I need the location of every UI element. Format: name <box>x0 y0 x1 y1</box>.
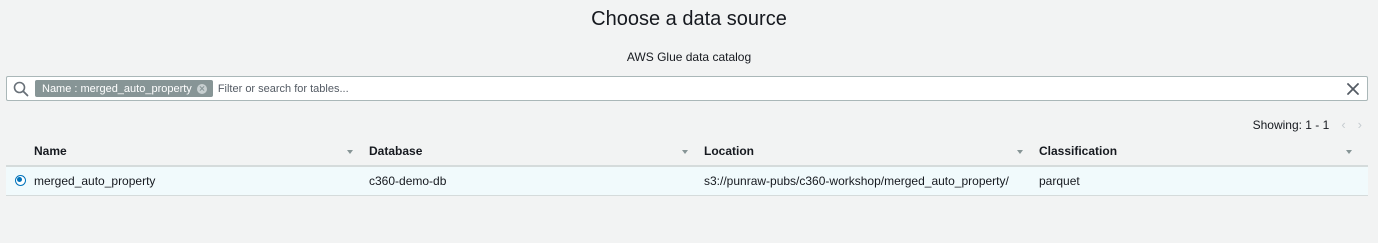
table-filter[interactable]: Name : merged_auto_property <box>6 76 1368 101</box>
column-header-database[interactable]: Database <box>369 137 704 166</box>
table-body: merged_auto_property c360-demo-db s3://p… <box>6 166 1368 196</box>
caret-down-icon[interactable] <box>1017 149 1023 154</box>
caret-down-icon[interactable] <box>1346 149 1352 154</box>
search-input[interactable] <box>217 82 1343 95</box>
column-header-classification[interactable]: Classification <box>1039 137 1368 166</box>
column-header-location[interactable]: Location <box>704 137 1039 166</box>
header-select <box>6 137 34 166</box>
cell-database: c360-demo-db <box>369 174 447 188</box>
caret-down-icon[interactable] <box>682 149 688 154</box>
chevron-left-icon[interactable]: ‹ <box>1341 117 1345 132</box>
table-row[interactable]: merged_auto_property c360-demo-db s3://p… <box>6 166 1368 196</box>
data-source-label: AWS Glue data catalog <box>626 50 752 64</box>
search-icon <box>11 79 31 99</box>
tables-table: Name Database Location Classification me… <box>6 137 1368 196</box>
row-select[interactable] <box>6 166 34 196</box>
filter-token[interactable]: Name : merged_auto_property <box>35 80 213 97</box>
chevron-right-icon[interactable]: › <box>1358 117 1362 132</box>
caret-down-icon[interactable] <box>347 149 353 154</box>
cell-location: s3://punraw-pubs/c360-workshop/merged_au… <box>704 174 1009 188</box>
page-title: Choose a data source <box>591 8 787 30</box>
column-header-name[interactable]: Name <box>34 137 369 166</box>
remove-token-icon[interactable] <box>196 83 207 94</box>
close-icon[interactable] <box>1343 79 1363 99</box>
filter-token-label: Name : merged_auto_property <box>42 82 192 95</box>
table-header: Name Database Location Classification <box>6 137 1368 166</box>
pagination-status: Showing: 1 - 1 <box>1252 117 1330 132</box>
row-radio[interactable] <box>14 174 26 186</box>
pagination: Showing: 1 - 1 ‹ › <box>1253 117 1362 132</box>
cell-classification: parquet <box>1039 174 1080 188</box>
cell-name: merged_auto_property <box>34 174 156 188</box>
